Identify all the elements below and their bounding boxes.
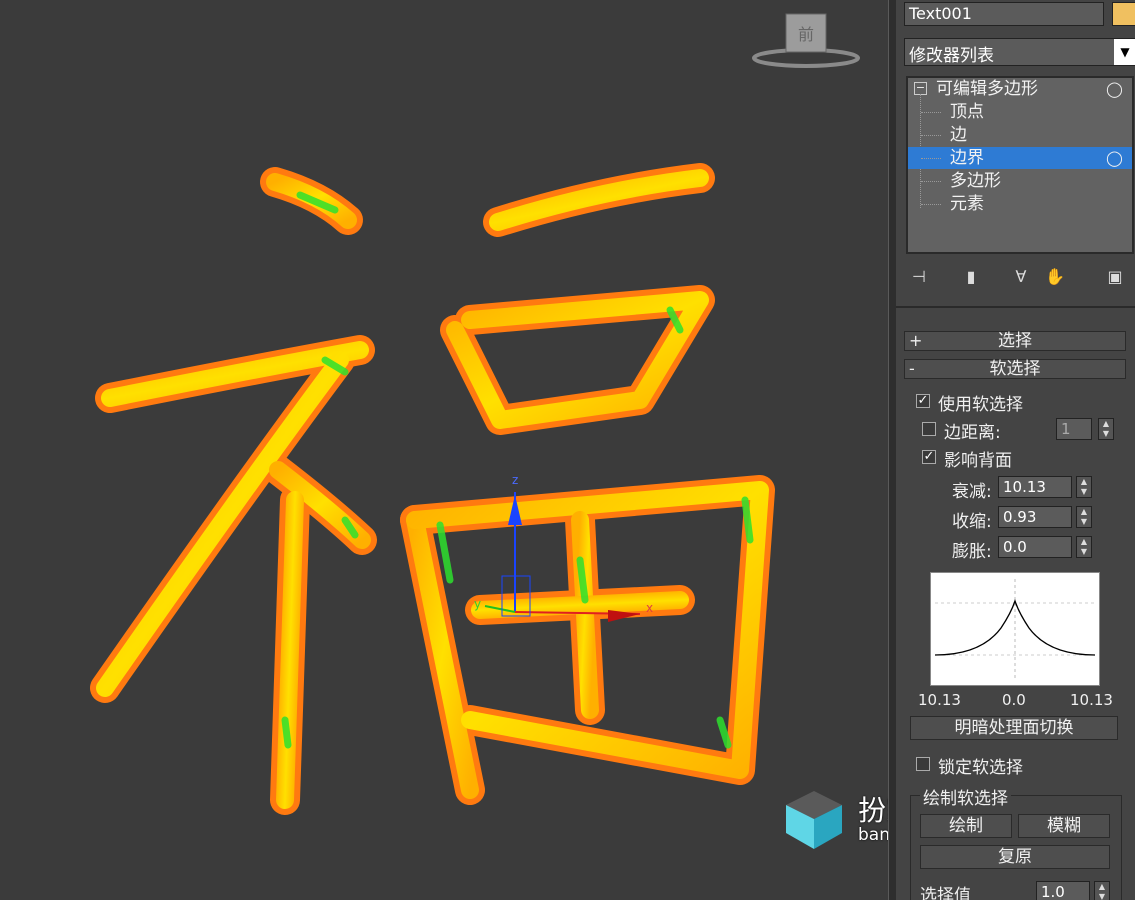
pinch-spinner[interactable]: ▲ ▼ <box>1076 506 1092 528</box>
watermark-url: banjiajia.com <box>858 825 888 845</box>
watermark-cube-icon <box>786 791 842 849</box>
edge-distance-checkbox[interactable] <box>922 422 936 436</box>
watermark-title: 扮家家室内设计 <box>858 794 888 827</box>
modifier-stack[interactable]: − 可编辑多边形 ◯ 顶点 边 边界 ◯ 多边形 元素 <box>906 76 1134 254</box>
lock-soft-selection-checkbox[interactable] <box>916 757 930 771</box>
stack-toolbar: ⊣ ▮ ∀ ✋ ▣ <box>906 264 1134 292</box>
stack-root-editable-poly[interactable]: − 可编辑多边形 ◯ <box>908 78 1132 100</box>
command-panel: Text001 修改器列表 ▼ − 可编辑多边形 ◯ 顶点 边 边界 ◯ 多边形 <box>896 0 1135 900</box>
rollout-selection-label: 选择 <box>998 331 1032 351</box>
selection-value-label: 选择值 <box>920 886 971 900</box>
bubble-spinner[interactable]: ▲ ▼ <box>1076 536 1092 558</box>
collapse-icon: - <box>909 359 915 378</box>
selection-value-spinner[interactable]: ▲ ▼ <box>1094 881 1110 900</box>
separator <box>896 306 1135 308</box>
pin-stack-icon[interactable]: ⊣ <box>906 264 932 290</box>
edge-distance-input[interactable]: 1 <box>1056 418 1092 440</box>
edge-distance-label: 边距离: <box>944 423 1001 443</box>
object-name-field[interactable]: Text001 <box>904 2 1104 26</box>
stack-item-border[interactable]: 边界 ◯ <box>908 147 1132 169</box>
chevron-down-icon[interactable]: ▼ <box>1114 39 1135 65</box>
curve-label-right: 10.13 <box>1070 691 1113 709</box>
rollout-selection[interactable]: + 选择 <box>904 331 1126 351</box>
falloff-curve <box>934 579 1096 681</box>
show-end-result-icon[interactable]: ▮ <box>958 264 984 290</box>
glyph-fu-mesh[interactable] <box>90 163 775 815</box>
gizmo-y-label: y <box>474 597 481 611</box>
configure-sets-icon[interactable]: ▣ <box>1102 264 1128 290</box>
watermark: 扮家家室内设计 banjiajia.com <box>780 785 888 855</box>
viewcube-label: 前 <box>798 25 814 44</box>
stack-item-label: 边 <box>950 125 967 145</box>
falloff-input[interactable]: 10.13 <box>998 476 1072 498</box>
use-soft-selection-checkbox[interactable]: ✓ <box>916 394 930 408</box>
panel-divider[interactable] <box>888 0 896 900</box>
affect-backfacing-checkbox[interactable]: ✓ <box>922 450 936 464</box>
stack-item-label: 元素 <box>950 194 984 214</box>
edge-distance-spinner[interactable]: ▲ ▼ <box>1098 418 1114 440</box>
modifier-list-label: 修改器列表 <box>909 46 994 66</box>
make-unique-icon[interactable]: ∀ <box>1008 264 1034 290</box>
falloff-label: 衰减: <box>952 482 992 502</box>
use-soft-selection-label: 使用软选择 <box>938 395 1023 415</box>
rollout-soft-selection-label: 软选择 <box>989 359 1041 379</box>
stack-item-vertex[interactable]: 顶点 <box>908 101 1132 123</box>
object-color-swatch[interactable] <box>1112 2 1135 26</box>
stack-root-label: 可编辑多边形 <box>936 79 1038 99</box>
curve-label-left: 10.13 <box>918 691 961 709</box>
paint-soft-selection-label: 绘制软选择 <box>920 784 1011 809</box>
shaded-face-toggle-button[interactable]: 明暗处理面切换 <box>910 716 1118 740</box>
bubble-input[interactable]: 0.0 <box>998 536 1072 558</box>
remove-modifier-icon[interactable]: ✋ <box>1042 264 1068 290</box>
curve-label-center: 0.0 <box>1002 691 1026 709</box>
modifier-list-dropdown[interactable]: 修改器列表 ▼ <box>904 38 1135 66</box>
paint-button[interactable]: 绘制 <box>920 814 1012 838</box>
expand-icon: + <box>909 331 923 350</box>
selection-value-input[interactable]: 1.0 <box>1036 881 1090 900</box>
affect-backfacing-label: 影响背面 <box>944 451 1012 471</box>
stack-item-polygon[interactable]: 多边形 <box>908 170 1132 192</box>
revert-button[interactable]: 复原 <box>920 845 1110 869</box>
stack-item-edge[interactable]: 边 <box>908 124 1132 146</box>
viewport-canvas: 前 z x y <box>90 13 860 815</box>
rollout-soft-selection[interactable]: - 软选择 <box>904 359 1126 379</box>
falloff-curve-graph <box>930 572 1100 686</box>
gizmo-x-label: x <box>646 601 653 615</box>
blur-button[interactable]: 模糊 <box>1018 814 1110 838</box>
viewcube[interactable]: 前 <box>752 13 860 68</box>
gizmo-z-label: z <box>512 473 518 487</box>
lock-soft-selection-label: 锁定软选择 <box>938 758 1023 778</box>
stack-item-label: 边界 <box>950 148 984 168</box>
pinch-label: 收缩: <box>952 512 992 532</box>
lightbulb-icon[interactable]: ◯ <box>1106 78 1123 100</box>
stack-item-label: 多边形 <box>950 171 1001 191</box>
lightbulb-icon[interactable]: ◯ <box>1106 147 1123 169</box>
pinch-input[interactable]: 0.93 <box>998 506 1072 528</box>
falloff-spinner[interactable]: ▲ ▼ <box>1076 476 1092 498</box>
perspective-viewport[interactable]: 前 z x y 扮 ban <box>0 0 888 900</box>
stack-item-element[interactable]: 元素 <box>908 193 1132 215</box>
bubble-label: 膨胀: <box>952 542 992 562</box>
stack-item-label: 顶点 <box>950 102 984 122</box>
